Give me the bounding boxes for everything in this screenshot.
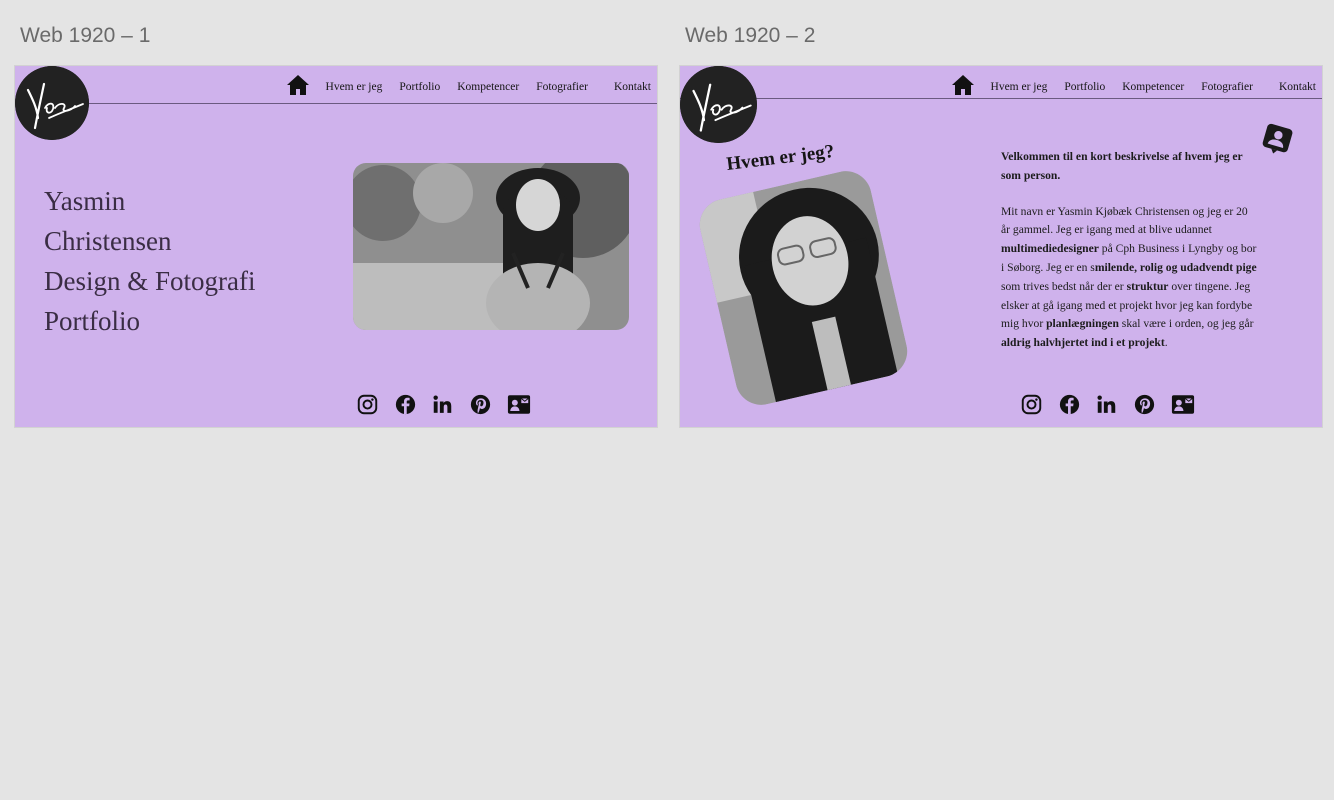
facebook-icon[interactable] [1059, 394, 1080, 415]
facebook-icon[interactable] [395, 394, 416, 415]
bio-emphasis: aldrig halvhjertet ind i et projekt [1001, 336, 1165, 350]
hero-title-line: Yasmin [44, 186, 126, 216]
nav-portfolio[interactable]: Portfolio [399, 77, 440, 93]
nav-hvem-er-jeg[interactable]: Hvem er jeg [326, 77, 383, 93]
about-photo [694, 166, 913, 410]
logo[interactable] [680, 66, 757, 143]
hero-photo [353, 163, 629, 330]
nav-fotografier[interactable]: Fotografier [536, 77, 588, 93]
hero-title-line: Portfolio [44, 306, 141, 336]
linkedin-icon[interactable] [1096, 394, 1117, 415]
nav-hvem-er-jeg[interactable]: Hvem er jeg [991, 77, 1048, 93]
nav-kompetencer[interactable]: Kompetencer [1122, 77, 1184, 93]
hero-title-line: Christensen [44, 226, 172, 256]
frame-label-1: Web 1920 – 1 [20, 24, 151, 47]
pinterest-icon[interactable] [470, 394, 491, 415]
artboard-web-1920-1[interactable]: Hvem er jeg Portfolio Kompetencer Fotogr… [14, 65, 658, 428]
hero-title: Yasmin Christensen Design & Fotografi Po… [44, 181, 255, 341]
about-heading: Hvem er jeg? [725, 140, 836, 176]
bio-text: skal være i orden, og jeg går [1118, 317, 1254, 331]
nav-kompetencer[interactable]: Kompetencer [457, 77, 519, 93]
nav-fotografier[interactable]: Fotografier [1201, 77, 1253, 93]
bio-emphasis: multimediedesigner [1001, 242, 1099, 256]
linkedin-icon[interactable] [432, 394, 453, 415]
nav-portfolio[interactable]: Portfolio [1064, 77, 1105, 93]
home-icon[interactable] [286, 74, 310, 96]
frame-label-2: Web 1920 – 2 [685, 24, 816, 47]
main-nav: Hvem er jeg Portfolio Kompetencer Fotogr… [951, 74, 1316, 96]
social-links [1021, 394, 1195, 415]
bio-text: . [1164, 336, 1168, 350]
hero-title-line: Design & Fotografi [44, 266, 256, 296]
social-links [357, 394, 531, 415]
contact-card-icon[interactable] [507, 394, 531, 415]
bio-paragraph: Mit navn er Yasmin Kjøbæk Christensen og… [1001, 203, 1259, 353]
instagram-icon[interactable] [1021, 394, 1042, 415]
header-divider [680, 98, 1322, 99]
home-icon[interactable] [951, 74, 975, 96]
contact-card-icon[interactable] [1171, 394, 1195, 415]
intro-text: Velkommen til en kort beskrivelse af hve… [1001, 150, 1243, 182]
bio-text: Mit navn er Yasmin Kjøbæk Christensen og… [1001, 204, 1248, 237]
nav-kontakt[interactable]: Kontakt [614, 77, 651, 93]
header-divider [15, 103, 657, 104]
logo[interactable] [15, 66, 89, 140]
about-text: Velkommen til en kort beskrivelse af hve… [1001, 148, 1259, 370]
bio-emphasis: planlægningen [1046, 317, 1119, 331]
nav-kontakt[interactable]: Kontakt [1279, 77, 1316, 93]
bio-emphasis: struktur [1126, 279, 1169, 293]
instagram-icon[interactable] [357, 394, 378, 415]
bio-emphasis: milende, rolig og udadvendt pige [1094, 260, 1257, 274]
artboard-web-1920-2[interactable]: Hvem er jeg Portfolio Kompetencer Fotogr… [679, 65, 1323, 428]
main-nav: Hvem er jeg Portfolio Kompetencer Fotogr… [286, 74, 651, 96]
pinterest-icon[interactable] [1134, 394, 1155, 415]
bio-text: som trives bedst når der er [1001, 279, 1127, 293]
profile-icon[interactable] [1259, 122, 1294, 159]
